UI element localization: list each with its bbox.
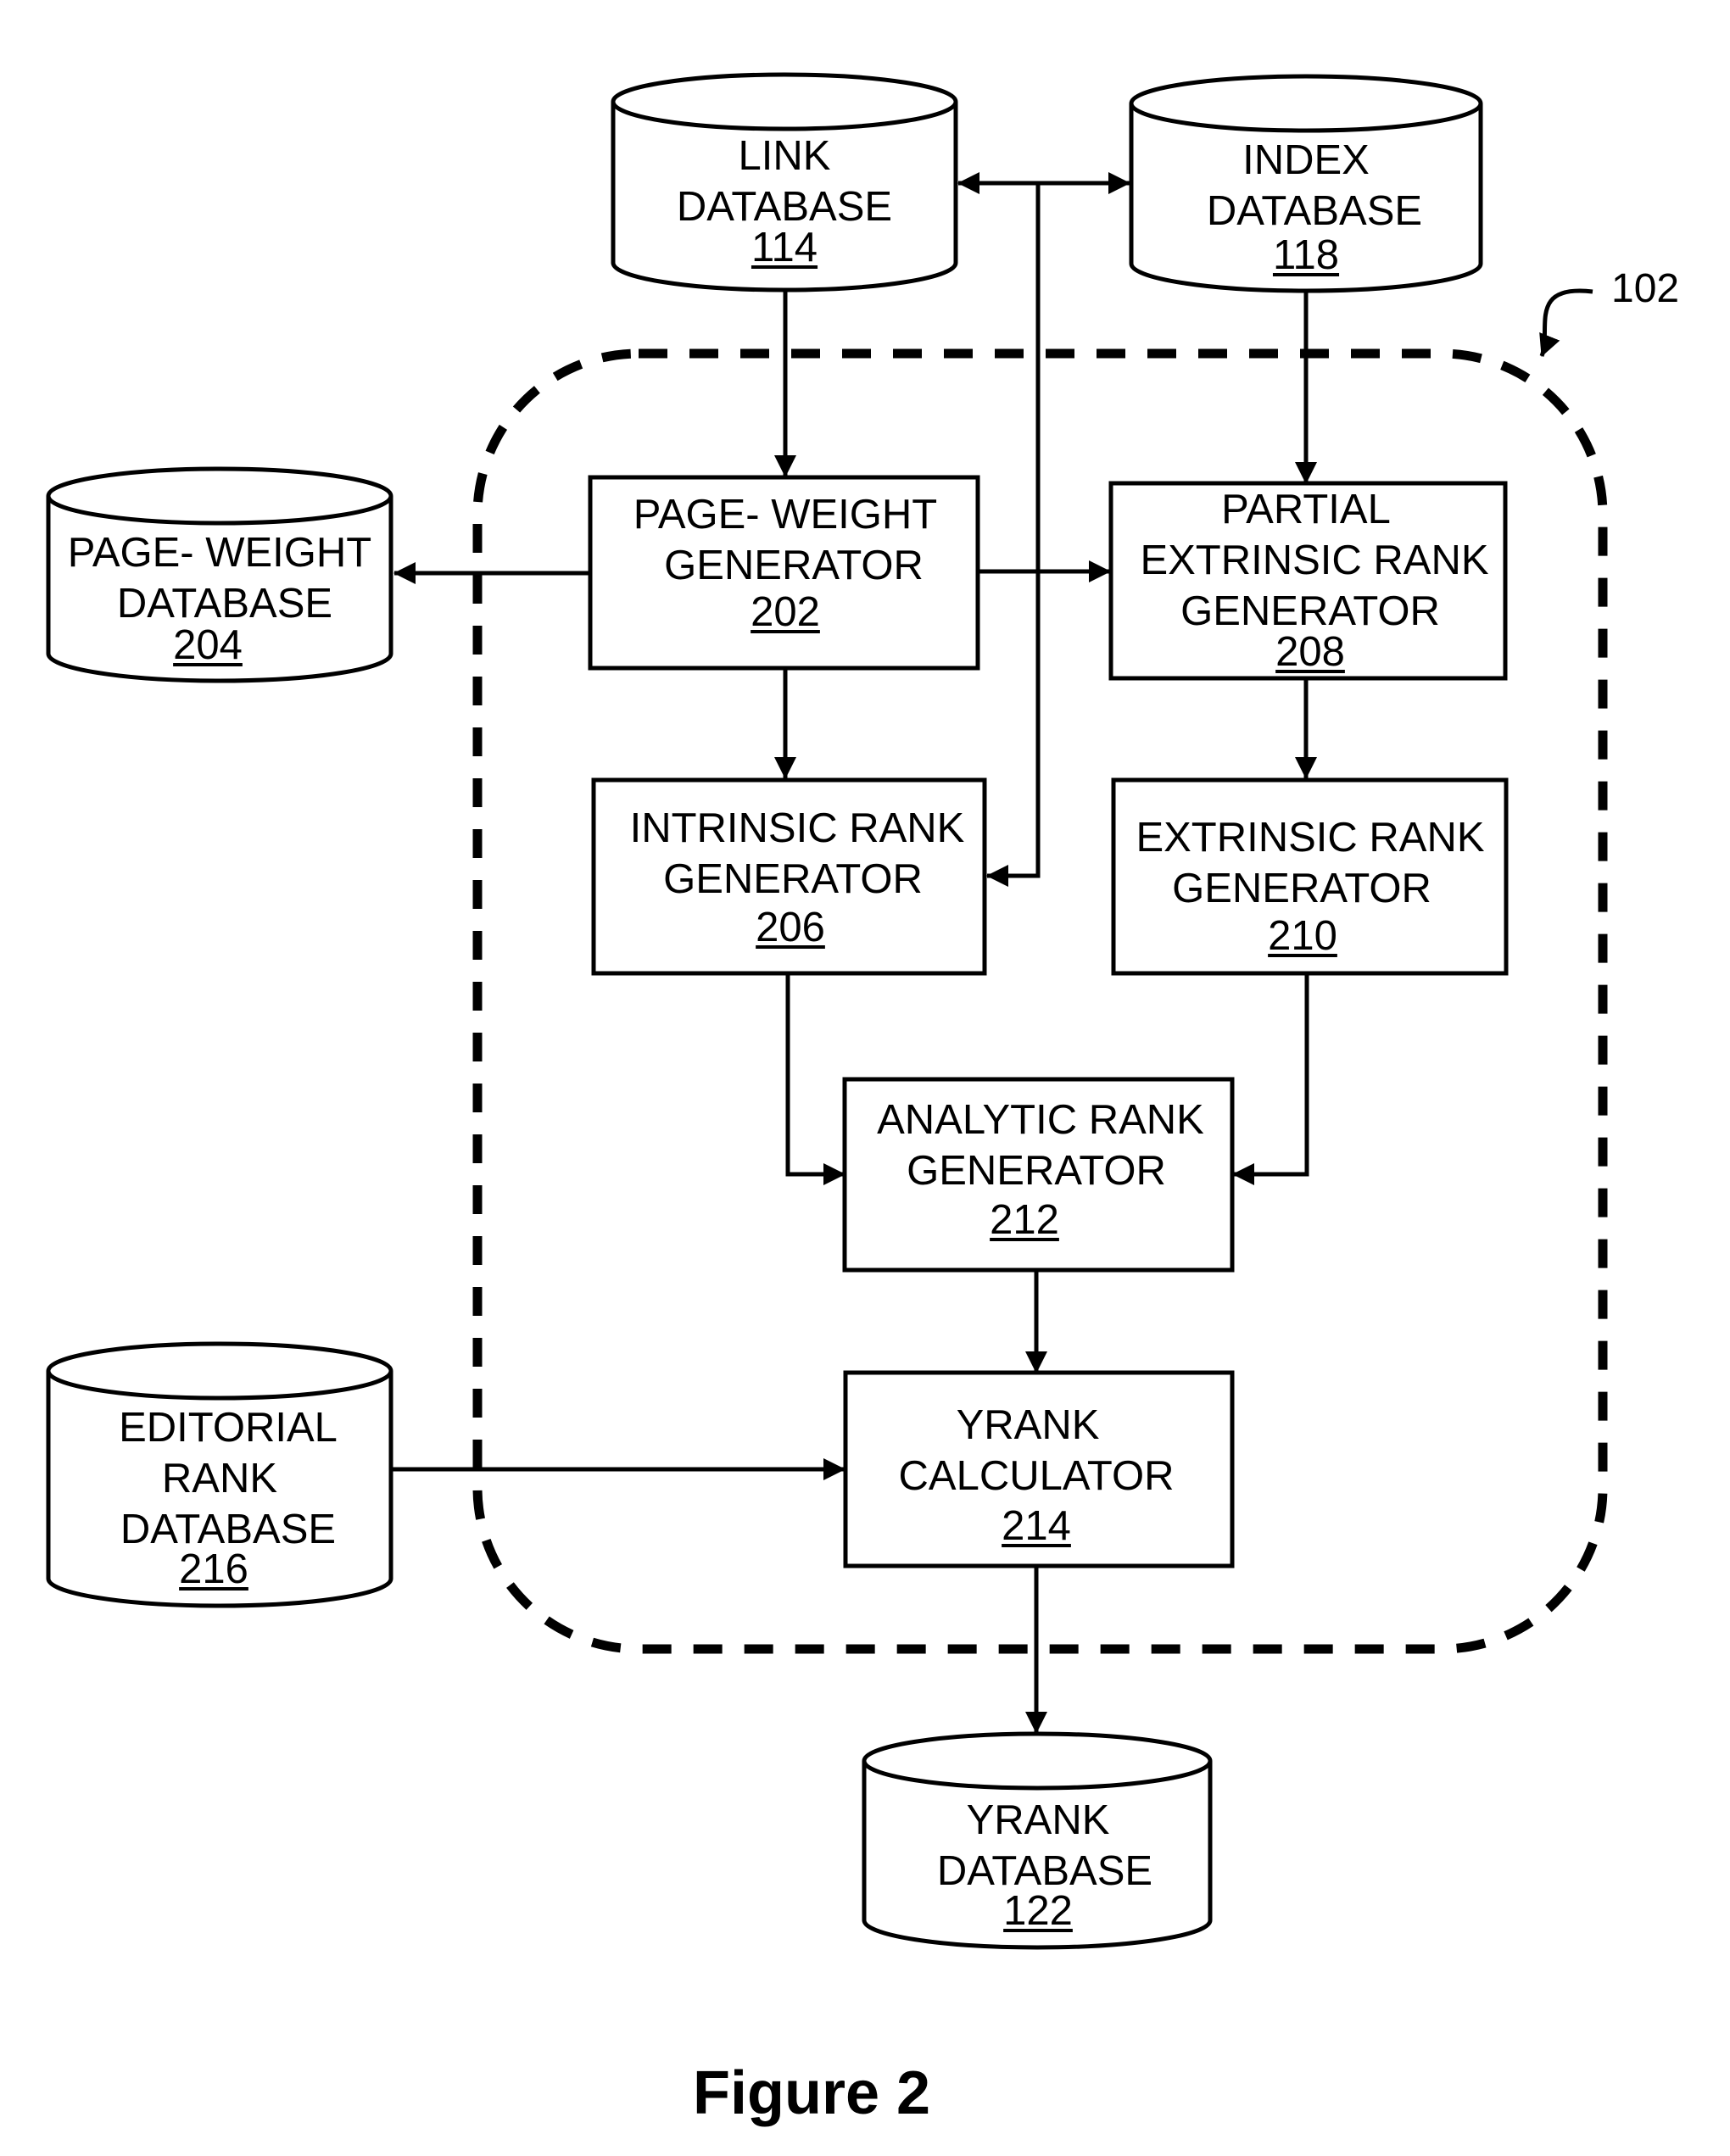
link-database-line-2: DATABASE	[677, 184, 892, 230]
yrank-calculator-line-1: YRANK	[957, 1402, 1100, 1448]
partial-extrinsic-rank-generator-line-2: EXTRINSIC RANK	[1140, 538, 1488, 583]
intrinsic-to-analytic-arrow	[785, 973, 845, 1185]
analytic-rank-generator-line-2: GENERATOR	[907, 1148, 1166, 1194]
ranking-system-diagram: 102 LINK DATABASE 114 INDEX DATABASE 118	[46, 72, 1679, 2127]
extrinsic-to-analytic-arrow	[1232, 973, 1309, 1185]
intrinsic-rank-generator-ref: 206	[756, 905, 825, 950]
index-database: INDEX DATABASE 118	[1129, 74, 1483, 293]
editorial-rank-database-line-2: RANK	[162, 1456, 277, 1501]
partial-extrinsic-rank-generator-ref: 208	[1275, 629, 1345, 675]
page-weight-database-line-1: PAGE- WEIGHT	[68, 530, 371, 576]
link-database-ref: 114	[751, 225, 818, 270]
analytic-rank-generator-line-1: ANALYTIC RANK	[877, 1097, 1204, 1143]
page-weight-generator-ref: 202	[751, 589, 820, 635]
extrinsic-rank-generator: EXTRINSIC RANK GENERATOR 210	[1111, 777, 1509, 976]
editorial-rank-database-line-1: EDITORIAL	[119, 1405, 338, 1451]
database-cylinder-top	[46, 1341, 393, 1401]
editorial-rank-database-line-3: DATABASE	[120, 1507, 336, 1552]
database-cylinder-top	[46, 466, 393, 526]
page-weight-generator-line-1: PAGE- WEIGHT	[633, 492, 937, 538]
yrank-calculator-line-2: CALCULATOR	[899, 1453, 1175, 1499]
yrank-database-ref: 122	[1003, 1888, 1073, 1934]
database-cylinder-top	[1129, 74, 1483, 133]
analytic-rank-generator: ANALYTIC RANK GENERATOR 212	[842, 1077, 1235, 1273]
editorial-rank-database-ref: 216	[179, 1546, 248, 1592]
intrinsic-rank-generator: INTRINSIC RANK GENERATOR 206	[591, 777, 987, 976]
page-weight-database-line-2: DATABASE	[117, 581, 332, 627]
editorial-rank-database: EDITORIAL RANK DATABASE 216	[46, 1341, 393, 1608]
yrank-calculator: YRANK CALCULATOR 214	[843, 1370, 1235, 1568]
yrank-database-line-1: YRANK	[967, 1797, 1110, 1843]
extrinsic-rank-generator-ref: 210	[1268, 913, 1337, 959]
page-weight-database-ref: 204	[173, 622, 243, 668]
yrank-database: YRANK DATABASE 122	[862, 1731, 1213, 1950]
extrinsic-rank-generator-line-1: EXTRINSIC RANK	[1136, 815, 1484, 861]
index-database-line-1: INDEX	[1242, 137, 1370, 183]
extrinsic-rank-generator-line-2: GENERATOR	[1172, 866, 1431, 911]
callout-leader-arrow	[1539, 288, 1593, 357]
link-database: LINK DATABASE 114	[611, 72, 958, 292]
link-database-line-1: LINK	[739, 133, 831, 179]
database-cylinder-top	[611, 72, 958, 131]
yrank-calculator-ref: 214	[1002, 1503, 1071, 1549]
page-weight-generator-line-2: GENERATOR	[664, 543, 924, 588]
partial-extrinsic-rank-generator-line-1: PARTIAL	[1221, 487, 1391, 532]
index-database-line-2: DATABASE	[1207, 188, 1422, 234]
partial-extrinsic-rank-generator-line-3: GENERATOR	[1180, 588, 1440, 634]
database-cylinder-top	[862, 1731, 1213, 1791]
yrank-database-line-2: DATABASE	[937, 1848, 1152, 1894]
analytic-rank-generator-ref: 212	[990, 1197, 1059, 1243]
intrinsic-rank-generator-line-2: GENERATOR	[663, 856, 923, 902]
system-callout-label: 102	[1611, 266, 1679, 311]
figure-caption: Figure 2	[693, 2059, 930, 2127]
bus-to-intrinsic-arrow	[986, 183, 1041, 887]
page-weight-database: PAGE- WEIGHT DATABASE 204	[46, 466, 393, 683]
intrinsic-rank-generator-line-1: INTRINSIC RANK	[630, 805, 965, 851]
page-weight-generator: PAGE- WEIGHT GENERATOR 202	[588, 475, 980, 671]
index-database-ref: 118	[1273, 232, 1339, 278]
partial-extrinsic-rank-generator: PARTIAL EXTRINSIC RANK GENERATOR 208	[1108, 481, 1508, 681]
